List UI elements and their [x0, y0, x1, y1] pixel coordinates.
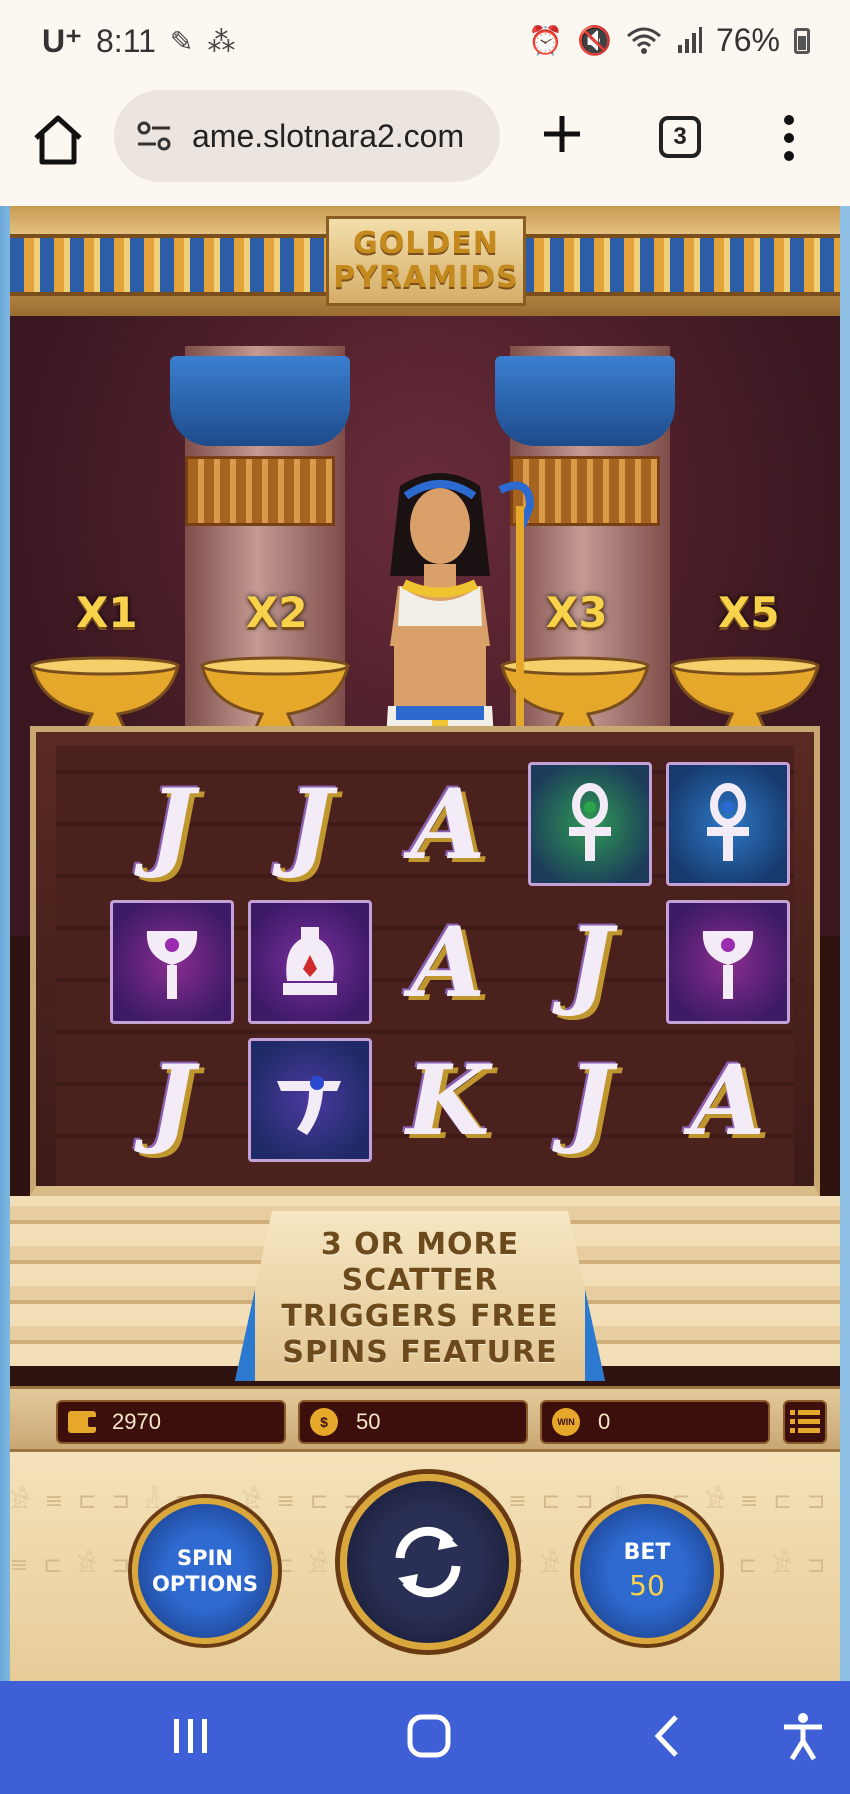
reel-cell — [666, 900, 790, 1024]
coin-icon: $ — [310, 1408, 338, 1436]
multiplier-x3: X3 — [546, 588, 608, 637]
reel-cell — [248, 900, 372, 1024]
recent-apps-icon[interactable] — [166, 1711, 216, 1761]
scatter-info-plate: 3 OR MORE SCATTER TRIGGERS FREE SPINS FE… — [235, 1211, 605, 1381]
battery-icon — [794, 27, 810, 54]
reel-cell — [666, 762, 790, 886]
scepter-purple-icon — [146, 931, 198, 999]
win-value: 0 — [598, 1409, 611, 1434]
controls-panel: 𓀀 ≡ ⊏ ⊐ 𓁐 ≡ ⊏ 𓀀 ≡ ⊏ ⊐ 𓁐 ≡ ⊏ 𓀀 ≡ ⊏ ⊐ 𓁐 ≡ … — [10, 1452, 840, 1681]
multiplier-x2: X2 — [246, 588, 308, 637]
signal-icon — [677, 26, 702, 53]
win-icon: WIN — [552, 1408, 580, 1436]
app-icon: ⁂ — [207, 25, 236, 57]
list-menu-icon — [790, 1410, 820, 1433]
eye-blue-icon — [277, 1076, 341, 1135]
reel-cell: J — [567, 905, 613, 1019]
reel-cell — [110, 900, 234, 1024]
spin-refresh-icon — [395, 1526, 461, 1598]
reel-grid: J J A A J J K J A — [56, 746, 794, 1186]
back-icon[interactable] — [644, 1711, 694, 1761]
temple-frieze: GOLDEN PYRAMIDS — [10, 206, 840, 316]
bet-amount-value: 50 — [356, 1409, 381, 1434]
multiplier-x5: X5 — [718, 588, 780, 637]
site-settings-icon[interactable] — [134, 116, 174, 156]
browser-toolbar: ame.slotnara2.com 3 — [0, 86, 850, 206]
accessibility-icon[interactable] — [778, 1711, 828, 1761]
game-logo: GOLDEN PYRAMIDS — [326, 216, 526, 306]
win-box: WIN 0 — [540, 1400, 770, 1444]
notification-icon: ✎ — [169, 25, 194, 57]
slot-game: GOLDEN PYRAMIDS X1 X2 X3 X5 J J A A J J … — [10, 206, 840, 1681]
home-button[interactable] — [30, 112, 86, 168]
screen: U⁺ 8:11 ✎ ⁂ ⏰ 🔇 76% ame.slotnara2.com 3 — [0, 0, 850, 1794]
reel-cell: A — [690, 1043, 766, 1157]
reel-frame: J J A A J J K J A — [30, 726, 820, 1196]
address-bar[interactable]: ame.slotnara2.com — [114, 90, 500, 182]
time-label: 8:11 — [96, 22, 156, 59]
alarm-icon: ⏰ — [528, 25, 564, 56]
reel-cell: J — [149, 1043, 195, 1157]
mute-icon: 🔇 — [577, 25, 612, 56]
battery-percent: 76% — [715, 22, 780, 58]
new-tab-button[interactable] — [540, 112, 584, 156]
multiplier-x1: X1 — [76, 588, 138, 637]
reel-cell — [528, 762, 652, 886]
navigation-bar — [0, 1681, 850, 1794]
spin-button[interactable] — [340, 1474, 516, 1650]
bet-box: $ 50 — [298, 1400, 528, 1444]
bet-button[interactable]: BET 50 — [574, 1498, 720, 1644]
status-bar: U⁺ 8:11 ✎ ⁂ ⏰ 🔇 76% — [0, 0, 850, 86]
info-bar: 2970 $ 50 WIN 0 — [10, 1386, 840, 1452]
reel-cell: A — [410, 905, 486, 1019]
reel-cell: J — [287, 767, 333, 881]
balance-value: 2970 — [112, 1409, 161, 1434]
wifi-icon — [626, 27, 661, 54]
scepter-purple-icon — [702, 931, 754, 999]
carrier-label: U⁺ — [42, 23, 82, 59]
url-text: ame.slotnara2.com — [192, 117, 465, 154]
reel-cell: A — [410, 767, 486, 881]
spin-options-button[interactable]: SPIN OPTIONS — [132, 1498, 278, 1644]
reel-cell — [248, 1038, 372, 1162]
wallet-icon — [68, 1411, 98, 1433]
ankh-blue-icon — [707, 783, 749, 861]
reel-cell: J — [149, 767, 195, 881]
tab-switcher-button[interactable]: 3 — [659, 116, 701, 158]
menu-button[interactable] — [783, 1400, 827, 1444]
vase-red-icon — [283, 927, 337, 995]
ankh-green-icon — [569, 783, 611, 861]
reel-cell: K — [406, 1043, 490, 1157]
reel-cell: J — [567, 1043, 613, 1157]
more-menu-icon[interactable] — [782, 114, 796, 162]
home-nav-icon[interactable] — [404, 1711, 454, 1761]
balance-box: 2970 — [56, 1400, 286, 1444]
